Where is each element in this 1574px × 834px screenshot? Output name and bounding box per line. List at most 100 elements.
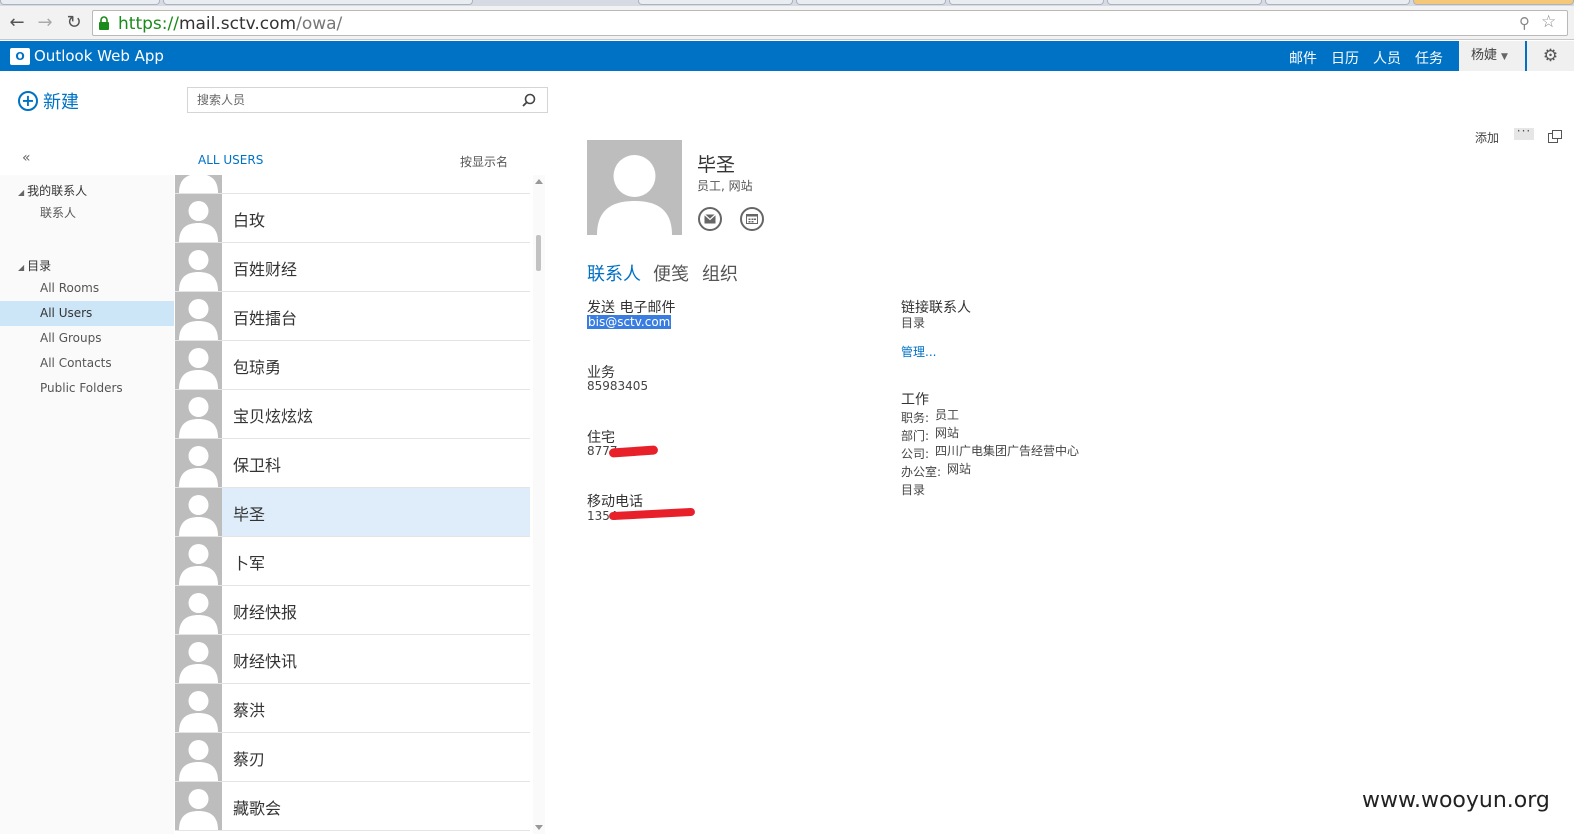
folder-label: Public Folders — [40, 381, 123, 395]
person-name: 蔡洪 — [233, 701, 266, 720]
browser-tab[interactable] — [638, 0, 793, 5]
company-label: 公司: — [901, 447, 930, 461]
people-list: 白玫 百姓财经 百姓擂台 包琼勇 宝贝炫炫炫 保卫科 毕圣 卜军 财经快报 财经… — [175, 175, 530, 834]
list-item[interactable]: 蔡刃 — [175, 733, 530, 782]
search-input[interactable] — [188, 88, 508, 112]
office-label: 办公室: — [901, 465, 942, 479]
list-item-selected[interactable]: 毕圣 — [175, 488, 530, 537]
list-sort-dropdown[interactable]: 按显示名 — [460, 153, 508, 170]
folder-all-contacts[interactable]: All Contacts — [0, 351, 174, 376]
key-icon[interactable]: ⚲ — [1519, 14, 1530, 32]
nav-people[interactable]: 人员 — [1373, 48, 1401, 76]
envelope-icon — [704, 214, 716, 224]
browser-toolbar: ← → ↻ https://mail.sctv.com/owa/ ⚲ ☆ — [0, 6, 1574, 40]
browser-tab[interactable] — [163, 0, 473, 5]
list-item[interactable]: 保卫科 — [175, 439, 530, 488]
folder-all-rooms[interactable]: All Rooms — [0, 276, 174, 301]
folder-public-folders[interactable]: Public Folders — [0, 376, 174, 401]
list-item[interactable]: 宝贝炫炫炫 — [175, 390, 530, 439]
business-phone-value[interactable]: 85983405 — [587, 379, 648, 393]
person-name: 财经快讯 — [233, 652, 298, 671]
avatar — [175, 684, 222, 732]
lock-icon — [99, 16, 109, 30]
department-value: 网站 — [935, 426, 960, 440]
scroll-up-icon[interactable] — [535, 179, 543, 184]
list-item[interactable]: 包琼勇 — [175, 341, 530, 390]
list-filter-dropdown[interactable]: ALL USERS — [198, 153, 263, 167]
list-item[interactable]: 财经快报 — [175, 586, 530, 635]
list-scrollbar[interactable] — [533, 175, 545, 834]
scroll-thumb[interactable] — [536, 235, 541, 271]
folder-label: 我的联系人 — [27, 184, 88, 198]
browser-tab[interactable] — [0, 0, 160, 5]
url-scheme: https:// — [118, 14, 179, 34]
nav-mail[interactable]: 邮件 — [1289, 48, 1317, 68]
nav-calendar[interactable]: 日历 — [1331, 48, 1359, 68]
screen: ← → ↻ https://mail.sctv.com/owa/ ⚲ ☆ O O… — [0, 0, 1574, 834]
browser-tab[interactable] — [1107, 0, 1262, 5]
folder-directory[interactable]: ◢ 目录 — [18, 257, 51, 274]
folder-label: All Users — [40, 306, 93, 320]
outlook-logo-icon: O — [10, 48, 30, 65]
tab-organization[interactable]: 组织 — [702, 260, 738, 286]
tab-contact[interactable]: 联系人 — [587, 260, 641, 286]
list-item[interactable] — [175, 175, 530, 194]
email-address-link[interactable]: bis@sctv.com — [587, 315, 672, 329]
contact-name: 毕圣 — [697, 154, 736, 176]
back-arrow-icon[interactable]: ← — [5, 12, 29, 34]
avatar — [175, 782, 222, 830]
person-name: 白玫 — [233, 211, 266, 230]
contact-subtitle: 员工, 网站 — [697, 179, 753, 193]
bookmark-star-icon[interactable]: ☆ — [1541, 12, 1556, 32]
folder-contacts[interactable]: 联系人 — [0, 201, 174, 226]
person-name: 宝贝炫炫炫 — [233, 407, 314, 426]
list-item[interactable]: 白玫 — [175, 194, 530, 243]
more-options-icon[interactable]: ··· — [1514, 125, 1534, 140]
job-title-label: 职务: — [901, 411, 930, 425]
browser-tab[interactable] — [796, 0, 946, 5]
avatar — [175, 439, 222, 487]
calendar-icon — [746, 214, 758, 224]
list-item[interactable]: 百姓擂台 — [175, 292, 530, 341]
reload-icon[interactable]: ↻ — [62, 12, 86, 34]
folder-all-users[interactable]: All Users — [0, 301, 174, 326]
add-contact-button[interactable]: 添加 — [1475, 129, 1499, 146]
avatar — [175, 341, 222, 389]
expand-triangle-icon: ◢ — [18, 188, 25, 197]
list-item[interactable]: 蔡洪 — [175, 684, 530, 733]
avatar — [175, 488, 222, 536]
folder-label: 目录 — [27, 259, 52, 273]
forward-arrow-icon[interactable]: → — [33, 12, 57, 34]
scroll-down-icon[interactable] — [535, 825, 543, 830]
email-contact-button[interactable] — [698, 207, 722, 231]
manage-link[interactable]: 管理... — [901, 343, 936, 360]
popout-icon[interactable] — [1548, 130, 1562, 143]
list-item[interactable]: 财经快讯 — [175, 635, 530, 684]
nav-tasks[interactable]: 任务 — [1415, 48, 1443, 68]
gear-icon[interactable]: ⚙ — [1527, 41, 1574, 71]
tab-notes[interactable]: 便笺 — [653, 260, 689, 286]
list-item[interactable]: 藏歌会 — [175, 782, 530, 831]
expand-triangle-icon: ◢ — [18, 263, 25, 272]
avatar — [175, 537, 222, 585]
url-text: https://mail.sctv.com/owa/ — [118, 14, 342, 34]
person-name: 百姓财经 — [233, 260, 298, 279]
browser-tab[interactable] — [949, 0, 1104, 5]
list-item[interactable]: 卜军 — [175, 537, 530, 586]
avatar — [175, 175, 222, 193]
collapse-pane-button[interactable]: « — [22, 150, 31, 166]
folder-all-groups[interactable]: All Groups — [0, 326, 174, 351]
schedule-meeting-button[interactable] — [740, 207, 764, 231]
url-path: /owa/ — [296, 14, 343, 34]
browser-tab[interactable] — [1265, 0, 1410, 5]
user-name: 杨婕 — [1471, 48, 1498, 63]
new-contact-button[interactable]: + 新建 — [18, 88, 79, 114]
list-item[interactable]: 百姓财经 — [175, 243, 530, 292]
person-name: 财经快报 — [233, 603, 298, 622]
address-bar[interactable]: https://mail.sctv.com/owa/ ⚲ ☆ — [92, 10, 1568, 36]
browser-tab[interactable] — [1413, 0, 1574, 5]
redaction-mark — [608, 445, 659, 458]
folder-my-contacts[interactable]: ◢ 我的联系人 — [18, 182, 87, 199]
user-menu[interactable]: 杨婕 ▼ — [1459, 41, 1525, 71]
search-icon[interactable] — [520, 92, 538, 110]
